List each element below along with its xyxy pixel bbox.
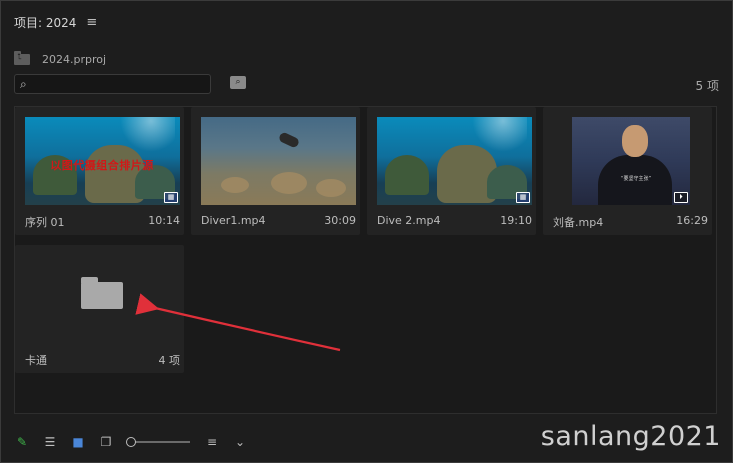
tile-name: Diver1.mp4 xyxy=(201,214,266,227)
panel-title[interactable]: 项目: 2024 xyxy=(14,14,76,31)
tile-name: Dive 2.mp4 xyxy=(377,214,441,227)
thumbnail-dive2: ▦ xyxy=(377,117,532,205)
bin-item-count: 4 项 xyxy=(158,354,181,367)
tile-name: 刘备.mp4 xyxy=(553,216,604,229)
panel-header: 项目: 2024 ≡ xyxy=(14,12,97,32)
pencil-icon[interactable]: ✎ xyxy=(14,435,30,449)
thumbnail-subtitle: 以图代摄组合排片源 xyxy=(50,159,154,172)
sequence-badge-icon: ▦ xyxy=(164,192,178,203)
bin-name: 卡通 xyxy=(25,354,47,367)
tile-duration: 30:09 xyxy=(324,214,356,227)
freeform-view-icon[interactable]: ❐ xyxy=(98,435,114,449)
tile-duration: 19:10 xyxy=(500,214,532,227)
project-path-label: 2024.prproj xyxy=(42,52,107,66)
icon-view-icon[interactable]: ■ xyxy=(70,435,86,449)
search-input[interactable]: ⌕ xyxy=(14,74,211,94)
parent-folder-icon[interactable] xyxy=(14,50,30,65)
tile-name: 序列 01 xyxy=(25,216,65,229)
sequence-badge-icon: ▦ xyxy=(516,192,530,203)
item-count: 5 项 xyxy=(695,79,719,93)
media-tile-liubei[interactable]: “要坚守主张” ⏵ 刘备.mp4 16:29 xyxy=(543,107,712,235)
thumbnail-liubei: “要坚守主张” ⏵ xyxy=(572,117,690,205)
watermark-text: sanlang2021 xyxy=(540,421,721,452)
media-tile-sequence-01[interactable]: 以图代摄组合排片源 ▦ 序列 01 10:14 xyxy=(15,107,184,235)
search-icon: ⌕ xyxy=(20,77,27,91)
sort-icon[interactable]: ≡ xyxy=(204,435,220,449)
thumbnail-grid: 以图代摄组合排片源 ▦ 序列 01 10:14 Diver1.mp4 30:09… xyxy=(14,106,717,414)
thumbnail-caption: “要坚守主张” xyxy=(620,176,652,182)
media-tile-dive2[interactable]: ▦ Dive 2.mp4 19:10 xyxy=(367,107,536,235)
bin-tile-katong[interactable]: 卡通 4 项 xyxy=(15,245,184,373)
hamburger-menu-icon[interactable]: ≡ xyxy=(86,15,97,30)
bottom-toolbar: ✎ ☰ ■ ❐ ≡ ⌄ xyxy=(14,432,248,452)
audio-video-badge-icon: ⏵ xyxy=(674,192,688,203)
thumbnail-diver1 xyxy=(201,117,356,205)
list-view-icon[interactable]: ☰ xyxy=(42,435,58,449)
breadcrumb: 2024.prproj xyxy=(14,50,106,68)
tile-duration: 10:14 xyxy=(148,214,180,227)
thumbnail-sequence-01: 以图代摄组合排片源 ▦ xyxy=(25,117,180,205)
find-icon[interactable]: ⌕ xyxy=(230,76,246,89)
chevron-down-icon[interactable]: ⌄ xyxy=(232,435,248,449)
zoom-slider[interactable] xyxy=(126,437,192,447)
folder-icon xyxy=(81,277,123,309)
tile-duration: 16:29 xyxy=(676,214,708,227)
media-tile-diver1[interactable]: Diver1.mp4 30:09 xyxy=(191,107,360,235)
